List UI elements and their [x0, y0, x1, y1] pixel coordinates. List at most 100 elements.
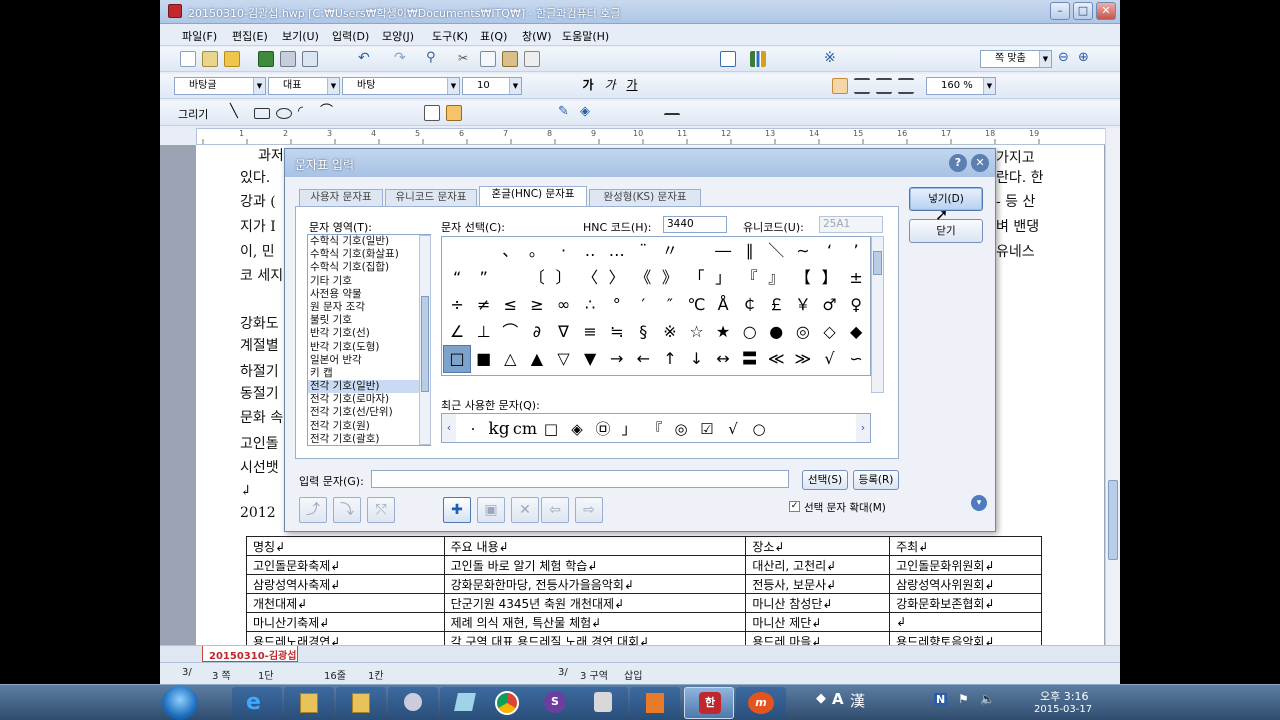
char-cell[interactable]: ♀	[843, 292, 869, 318]
table-cell[interactable]: 개천대제↲	[246, 593, 445, 613]
table-cell[interactable]: 마니산 제단↲	[745, 612, 891, 632]
area-list-item[interactable]: 수학식 기호(일반)	[308, 235, 430, 248]
template-icon[interactable]	[202, 51, 218, 67]
app-icon-robot[interactable]	[578, 687, 628, 719]
char-cell[interactable]: 【	[790, 265, 816, 291]
area-list-item[interactable]: 수학식 기호(집합)	[308, 261, 430, 274]
char-cell[interactable]: 』	[763, 265, 789, 291]
area-list-item[interactable]: 전각 기호(원)	[308, 420, 430, 433]
menu-format[interactable]: 모양(J)	[382, 28, 414, 44]
add-icon[interactable]: ✚	[443, 497, 471, 523]
vertical-scrollbar[interactable]	[1105, 128, 1120, 645]
char-cell[interactable]: ↔	[710, 346, 736, 372]
char-cell[interactable]: ÷	[444, 292, 470, 318]
app-icon-orange[interactable]	[630, 687, 680, 719]
char-cell[interactable]: →	[604, 346, 630, 372]
recent-char[interactable]: ◎	[668, 416, 694, 442]
recent-char[interactable]: kg	[486, 416, 512, 442]
user-map-move-icon[interactable]: ⤵	[333, 497, 361, 523]
area-list-item-selected[interactable]: 전각 기호(일반)	[308, 380, 430, 394]
zoom-in-icon[interactable]: ⊕	[1078, 51, 1094, 67]
table-header-cell[interactable]: 명칭↲	[246, 536, 445, 556]
italic-icon[interactable]: 가	[602, 78, 618, 94]
clock-time[interactable]: 오후 3:16	[1040, 688, 1088, 704]
table-cell[interactable]: 마니산기축제↲	[246, 612, 445, 632]
area-list-item[interactable]: 반각 기호(선)	[308, 327, 430, 340]
tab-ks-charmap[interactable]: 완성형(KS) 문자표	[589, 189, 701, 206]
fit-page-select[interactable]: 쪽 맞춤 ▼	[980, 50, 1052, 68]
table-header-cell[interactable]: 장소↲	[745, 536, 891, 556]
menu-table[interactable]: 표(Q)	[480, 28, 507, 44]
start-button[interactable]	[162, 686, 198, 720]
area-list-item[interactable]: 일본어 반각	[308, 354, 430, 367]
char-cell[interactable]: ∠	[444, 319, 470, 345]
register-button[interactable]: 등록(R)	[853, 470, 899, 490]
hnc-code-field[interactable]: 3440	[663, 216, 727, 233]
user-map-remove-icon[interactable]: ⤲	[367, 497, 395, 523]
menu-help[interactable]: 도움말(H)	[562, 28, 609, 44]
chevron-down-icon[interactable]: ▼	[253, 78, 265, 94]
char-cell[interactable]: ∇	[550, 319, 576, 345]
move-right-icon[interactable]: ⇨	[575, 497, 603, 523]
char-cell-selected[interactable]: □	[442, 344, 472, 374]
area-list-item[interactable]: 수학식 기호(화살표)	[308, 248, 430, 261]
undo-icon[interactable]: ↶	[358, 51, 374, 67]
chrome-icon[interactable]	[482, 687, 532, 719]
tab-unicode-charmap[interactable]: 유니코드 문자표	[385, 189, 477, 206]
char-cell[interactable]: ∥	[737, 238, 763, 264]
paint-icon[interactable]	[388, 687, 438, 719]
table-header-cell[interactable]: 주요 내용↲	[443, 536, 747, 556]
textbox-icon[interactable]	[424, 105, 440, 121]
char-cell[interactable]: °	[604, 292, 630, 318]
char-cell[interactable]: ∞	[550, 292, 576, 318]
area-list-item[interactable]: 원 문자 조각	[308, 301, 430, 314]
app-icon-m[interactable]: m	[736, 687, 786, 719]
char-cell[interactable]: ▼	[577, 346, 603, 372]
char-cell[interactable]	[497, 265, 523, 291]
table-cell[interactable]: 대산리, 고천리↲	[745, 555, 891, 575]
char-cell[interactable]: ＼	[763, 238, 789, 264]
char-cell[interactable]: ∴	[577, 292, 603, 318]
char-cell[interactable]: ⌒	[497, 319, 523, 345]
area-list-item[interactable]: 전각 기호(선/단위)	[308, 406, 430, 419]
area-list-item[interactable]: 키 캡	[308, 367, 430, 380]
table-cell[interactable]: 고인돌문화위원회↲	[889, 555, 1042, 575]
area-list-item[interactable]: 반각 기호(도형)	[308, 341, 430, 354]
char-cell[interactable]: ℃	[683, 292, 709, 318]
char-cell[interactable]: ≒	[604, 319, 630, 345]
arc-icon[interactable]: ◜	[298, 105, 314, 121]
tray-volume-icon[interactable]: 🔈	[980, 692, 995, 706]
line-icon[interactable]: ╲	[230, 105, 246, 121]
ellipse-icon[interactable]	[276, 108, 292, 119]
delete-icon[interactable]: ✕	[511, 497, 539, 523]
char-cell[interactable]: 」	[710, 265, 736, 291]
char-cell[interactable]	[471, 238, 497, 264]
recent-char[interactable]: cm	[512, 416, 538, 442]
edit-icon[interactable]: ▣	[477, 497, 505, 523]
char-cell[interactable]: ≪	[763, 346, 789, 372]
recent-chars[interactable]: ‹ · kg cm □ ◈ ㉤ 」 『 ◎ ☑ √ ○ ›	[441, 413, 871, 443]
table-header-cell[interactable]: 주최↲	[889, 536, 1042, 556]
char-cell[interactable]: ▽	[550, 346, 576, 372]
font-size-select[interactable]: 10 ▼	[462, 77, 522, 95]
fill-color-icon[interactable]: ◈	[580, 105, 596, 121]
menu-file[interactable]: 파일(F)	[182, 28, 217, 44]
table-cell[interactable]: 고인돌 바로 알기 체험 학습↲	[443, 555, 747, 575]
char-cell[interactable]: §	[630, 319, 656, 345]
new-icon[interactable]	[180, 51, 196, 67]
tray-network-icon[interactable]: N	[934, 693, 948, 706]
explorer-icon[interactable]	[284, 687, 334, 719]
move-left-icon[interactable]: ⇦	[541, 497, 569, 523]
char-cell[interactable]: 〉	[604, 265, 630, 291]
char-cell[interactable]: ≠	[471, 292, 497, 318]
char-cell[interactable]: ′	[630, 292, 656, 318]
maximize-button[interactable]: □	[1073, 2, 1093, 20]
char-cell[interactable]: ‥	[577, 238, 603, 264]
char-cell[interactable]: ■	[471, 346, 497, 372]
find-icon[interactable]: ⚲	[426, 51, 442, 67]
char-cell[interactable]: ￠	[737, 292, 763, 318]
cut-icon[interactable]: ✂	[458, 51, 474, 67]
char-cell[interactable]: ­	[683, 238, 709, 264]
char-cell[interactable]: ≫	[790, 346, 816, 372]
chevron-down-icon[interactable]: ▼	[447, 78, 459, 94]
